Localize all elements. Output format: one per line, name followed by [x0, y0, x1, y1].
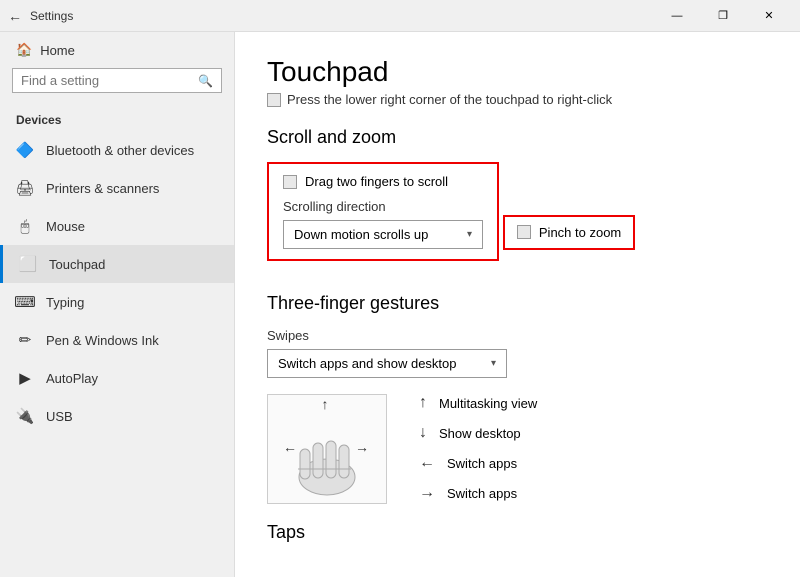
svg-text:→: →: [355, 439, 369, 455]
right-click-checkbox[interactable]: [267, 93, 281, 107]
swipes-value: Switch apps and show desktop: [278, 356, 457, 371]
drag-fingers-row: Drag two fingers to scroll: [283, 174, 483, 189]
bluetooth-label: Bluetooth & other devices: [46, 143, 194, 158]
gesture-list: ↑ Multitasking view ↓ Show desktop ← Swi…: [419, 394, 537, 502]
touchpad-icon: ⬜: [19, 255, 37, 273]
titlebar-controls: — ❐ ✕: [654, 0, 792, 32]
sidebar-items-container: 🔷 Bluetooth & other devices 🖨 Printers &…: [0, 131, 234, 435]
svg-text:←: ←: [283, 439, 297, 455]
mouse-label: Mouse: [46, 219, 85, 234]
usb-label: USB: [46, 409, 73, 424]
typing-icon: ⌨: [16, 293, 34, 311]
pen-icon: ✏: [16, 331, 34, 349]
gesture-area: ↑ → ← ↑ Mul: [267, 394, 768, 504]
autoplay-label: AutoPlay: [46, 371, 98, 386]
sidebar-item-mouse[interactable]: 🖱 Mouse: [0, 207, 234, 245]
pinch-zoom-label: Pinch to zoom: [539, 225, 621, 240]
gesture-desc-0: Multitasking view: [439, 396, 537, 411]
hand-svg: ↑ → ←: [272, 397, 382, 502]
printers-label: Printers & scanners: [46, 181, 159, 196]
sidebar-item-bluetooth[interactable]: 🔷 Bluetooth & other devices: [0, 131, 234, 169]
taps-section-title: Taps: [267, 522, 768, 543]
gesture-arrow-1: ↓: [419, 424, 427, 442]
close-button[interactable]: ✕: [746, 0, 792, 32]
swipes-label: Swipes: [267, 328, 768, 343]
sidebar-item-printers[interactable]: 🖨 Printers & scanners: [0, 169, 234, 207]
typing-label: Typing: [46, 295, 84, 310]
gesture-arrow-3: →: [419, 484, 435, 502]
printers-icon: 🖨: [16, 179, 34, 197]
scroll-zoom-section: Scroll and zoom Drag two fingers to scro…: [267, 127, 768, 271]
drag-fingers-box: Drag two fingers to scroll Scrolling dir…: [267, 162, 499, 261]
pen-label: Pen & Windows Ink: [46, 333, 159, 348]
gesture-item-1: ↓ Show desktop: [419, 424, 537, 442]
sidebar-item-typing[interactable]: ⌨ Typing: [0, 283, 234, 321]
titlebar: ← Settings — ❐ ✕: [0, 0, 800, 32]
hand-illustration: ↑ → ←: [267, 394, 387, 504]
gesture-desc-2: Switch apps: [447, 456, 517, 471]
gesture-desc-3: Switch apps: [447, 486, 517, 501]
gesture-item-3: → Switch apps: [419, 484, 537, 502]
swipes-dropdown[interactable]: Switch apps and show desktop ▾: [267, 349, 507, 378]
scroll-direction-dropdown[interactable]: Down motion scrolls up ▾: [283, 220, 483, 249]
sidebar-back-home[interactable]: 🏠 Home: [0, 32, 234, 68]
scroll-direction-label: Scrolling direction: [283, 199, 483, 214]
pinch-zoom-box: Pinch to zoom: [503, 215, 635, 250]
pinch-zoom-row: Pinch to zoom: [517, 225, 621, 240]
scroll-zoom-title: Scroll and zoom: [267, 127, 768, 148]
restore-button[interactable]: ❐: [700, 0, 746, 32]
home-label: Home: [40, 43, 75, 58]
right-click-label: Press the lower right corner of the touc…: [287, 92, 612, 107]
bluetooth-icon: 🔷: [16, 141, 34, 159]
app-body: 🏠 Home 🔍 Devices 🔷 Bluetooth & other dev…: [0, 32, 800, 577]
pinch-zoom-checkbox[interactable]: [517, 225, 531, 239]
touchpad-label: Touchpad: [49, 257, 105, 272]
titlebar-title: Settings: [30, 9, 73, 23]
sidebar-section-label: Devices: [0, 105, 234, 131]
search-input[interactable]: [21, 73, 198, 88]
gesture-item-0: ↑ Multitasking view: [419, 394, 537, 412]
gesture-desc-1: Show desktop: [439, 426, 521, 441]
usb-icon: 🔌: [16, 407, 34, 425]
sidebar: 🏠 Home 🔍 Devices 🔷 Bluetooth & other dev…: [0, 32, 235, 577]
scroll-direction-arrow-icon: ▾: [467, 229, 472, 240]
svg-text:↑: ↑: [322, 397, 329, 412]
sidebar-item-autoplay[interactable]: ▶ AutoPlay: [0, 359, 234, 397]
scroll-direction-value: Down motion scrolls up: [294, 227, 428, 242]
three-finger-section: Three-finger gestures Swipes Switch apps…: [267, 293, 768, 543]
home-icon: 🏠: [16, 42, 32, 58]
sidebar-item-pen[interactable]: ✏ Pen & Windows Ink: [0, 321, 234, 359]
mouse-icon: 🖱: [16, 217, 34, 235]
sidebar-item-touchpad[interactable]: ⬜ Touchpad: [0, 245, 234, 283]
gesture-item-2: ← Switch apps: [419, 454, 537, 472]
drag-fingers-label: Drag two fingers to scroll: [305, 174, 448, 189]
three-finger-title: Three-finger gestures: [267, 293, 768, 314]
search-box[interactable]: 🔍: [12, 68, 222, 93]
autoplay-icon: ▶: [16, 369, 34, 387]
swipes-arrow-icon: ▾: [491, 358, 496, 369]
sidebar-item-usb[interactable]: 🔌 USB: [0, 397, 234, 435]
gesture-arrow-0: ↑: [419, 394, 427, 412]
minimize-button[interactable]: —: [654, 0, 700, 32]
content-area: Touchpad Press the lower right corner of…: [235, 32, 800, 577]
search-icon: 🔍: [198, 74, 213, 88]
back-arrow-icon[interactable]: ←: [8, 8, 22, 24]
gesture-arrow-2: ←: [419, 454, 435, 472]
page-title: Touchpad: [267, 56, 768, 88]
subtitle-row: Press the lower right corner of the touc…: [267, 92, 768, 107]
drag-fingers-checkbox[interactable]: [283, 175, 297, 189]
